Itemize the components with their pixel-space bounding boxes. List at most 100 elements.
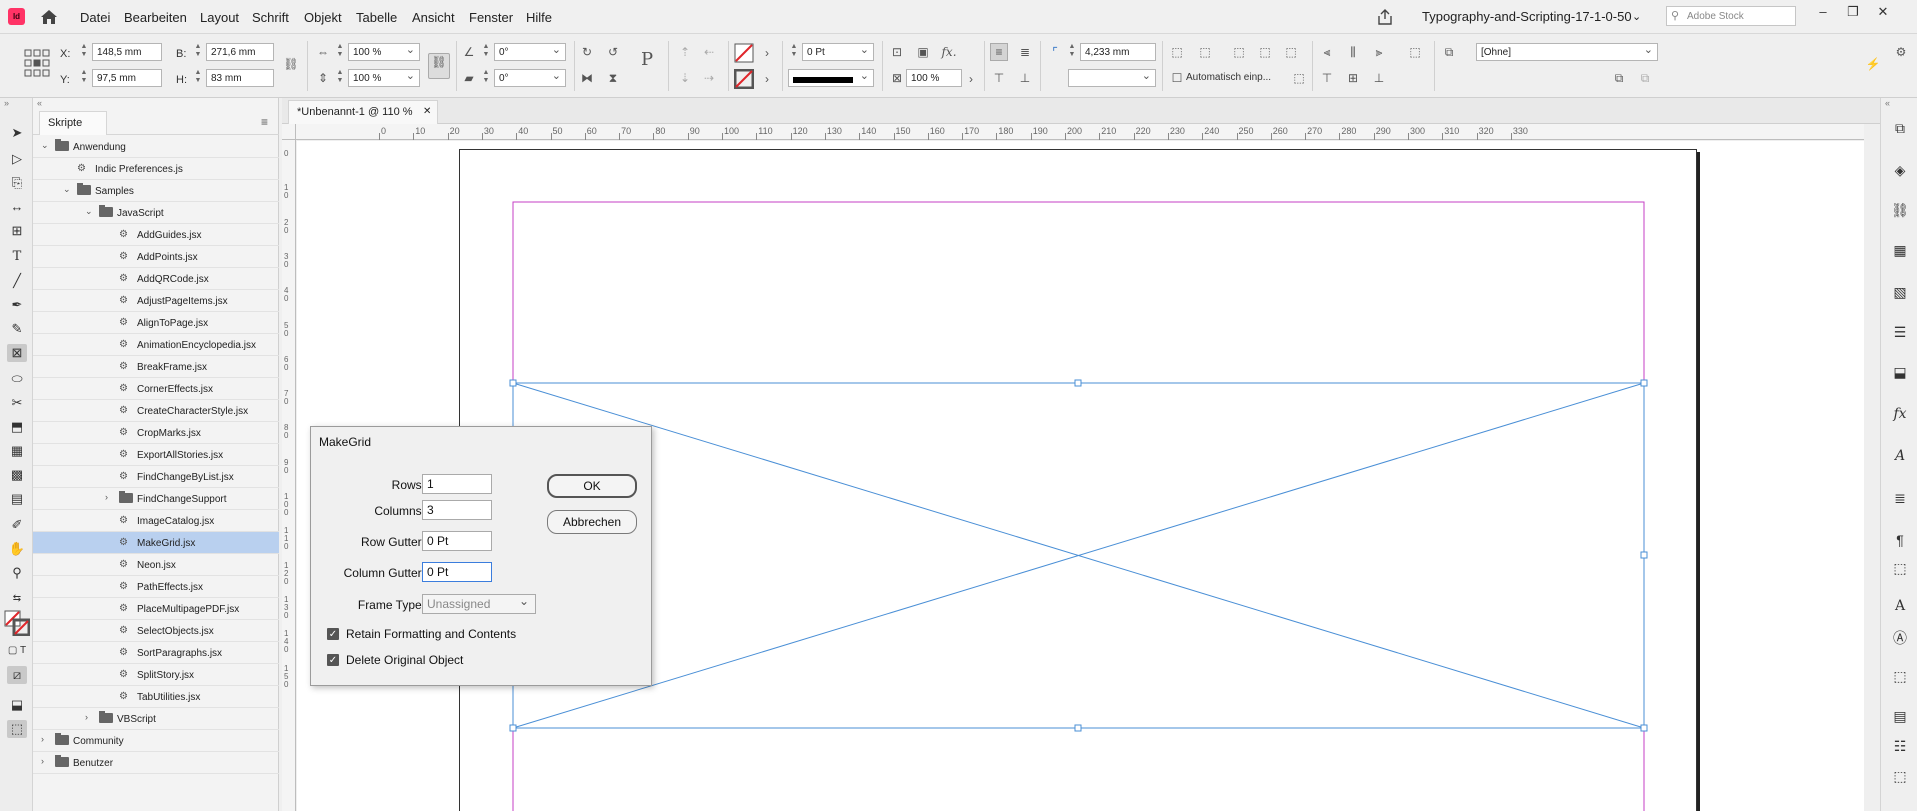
align-panel-icon[interactable]: ☷ — [1890, 738, 1910, 756]
eyedropper-tool-icon[interactable]: ✐ — [7, 516, 27, 534]
vertical-ruler[interactable]: 0 1 0 2 0 3 0 4 0 5 0 6 0 7 0 8 0 9 0 1 0 0 1 1 0 1 … — [282, 140, 296, 811]
width-field[interactable]: 271,6 mm — [206, 43, 274, 61]
menu-layout[interactable]: Layout — [200, 10, 239, 25]
pencil-tool-icon[interactable]: ✎ — [7, 320, 27, 338]
gradient-feather-tool-icon[interactable]: ▩ — [7, 466, 27, 484]
adobe-stock-search[interactable]: ⚲ Adobe Stock — [1666, 6, 1796, 26]
align-text-center-icon[interactable]: ≣ — [1016, 43, 1034, 61]
align-right-edges-icon[interactable]: ⫸ — [1370, 43, 1388, 61]
tree-script[interactable]: ⚙ AddPoints.jsx — [33, 246, 279, 268]
opacity-field[interactable]: 100 % — [906, 69, 962, 87]
menu-datei[interactable]: Datei — [80, 10, 110, 25]
chevron-down-icon[interactable]: ⌄ — [63, 184, 73, 195]
menu-bearbeiten[interactable]: Bearbeiten — [124, 10, 187, 25]
tree-script[interactable]: ⚙ BreakFrame.jsx — [33, 356, 279, 378]
content-collector-icon[interactable]: ⊞ — [7, 222, 27, 240]
links-panel-icon[interactable]: ⛓ — [1890, 202, 1910, 220]
gradient-swatch-tool-icon[interactable]: ▦ — [7, 442, 27, 460]
glyphs-panel-icon[interactable]: Ⓐ — [1890, 628, 1910, 646]
chevron-right-icon[interactable]: › — [41, 756, 51, 766]
formatting-container-icon[interactable]: ▢ T — [7, 642, 27, 660]
tree-script[interactable]: ⚙ Indic Preferences.js — [33, 158, 279, 180]
rotate-stepper[interactable]: ▲ ▼ — [480, 43, 492, 61]
free-transform-tool-icon[interactable]: ⬒ — [7, 418, 27, 436]
chevron-down-icon[interactable]: ⌄ — [1632, 10, 1641, 23]
scissors-tool-icon[interactable]: ✂ — [7, 394, 27, 412]
page-tool-icon[interactable]: ⎘ — [7, 174, 27, 192]
ok-button[interactable]: OK — [547, 474, 637, 498]
align-text-left-icon[interactable]: ≡ — [990, 43, 1008, 61]
tree-folder[interactable]: › FindChangeSupport — [33, 488, 279, 510]
quick-actions-icon[interactable]: ⚡ — [1864, 55, 1882, 73]
scale-y-field[interactable]: 100 % — [348, 69, 420, 87]
opacity-menu-icon[interactable]: › — [962, 70, 980, 88]
pen-tool-icon[interactable]: ✒ — [7, 296, 27, 314]
shear-stepper[interactable]: ▲ ▼ — [480, 69, 492, 87]
fill-stroke-swatch-icon[interactable] — [4, 610, 30, 636]
panel-menu-icon[interactable]: ≡ — [261, 115, 268, 129]
tree-folder[interactable]: ⌄ Samples — [33, 180, 279, 202]
tree-script[interactable]: ⚙ PathEffects.jsx — [33, 576, 279, 598]
gap-tool-icon[interactable]: ↔ — [7, 198, 27, 216]
auto-fit-checkbox[interactable]: ☐ — [1168, 69, 1186, 87]
scale-x-stepper[interactable]: ▲ ▼ — [334, 43, 346, 61]
type-tool-icon[interactable]: T — [7, 248, 27, 266]
transform-panel-icon[interactable]: ⬚ — [1890, 668, 1910, 686]
menu-fenster[interactable]: Fenster — [469, 10, 513, 25]
tree-script[interactable]: ⚙ AddGuides.jsx — [33, 224, 279, 246]
shear-field[interactable]: 0° — [494, 69, 566, 87]
align-vertical-centers-icon[interactable]: ⊞ — [1344, 69, 1362, 87]
select-content-icon[interactable]: ⇣ — [676, 69, 694, 87]
tree-script[interactable]: ⚙ Neon.jsx — [33, 554, 279, 576]
swap-fill-stroke-icon[interactable]: ⇆ — [7, 590, 27, 608]
tree-script[interactable]: ⚙ SelectObjects.jsx — [33, 620, 279, 642]
minimize-button[interactable]: – — [1810, 4, 1836, 22]
stroke-none-icon[interactable] — [734, 69, 754, 89]
corner-stepper[interactable]: ▲ ▼ — [1066, 43, 1078, 61]
pathfinder-panel-icon[interactable]: ⬚ — [1890, 768, 1910, 786]
tree-folder[interactable]: › Benutzer — [33, 752, 279, 774]
tree-script[interactable]: ⚙ PlaceMultipagePDF.jsx — [33, 598, 279, 620]
close-window-button[interactable]: ✕ — [1870, 4, 1896, 22]
y-stepper[interactable]: ▲ ▼ — [78, 69, 90, 87]
select-container-icon[interactable]: ⇡ — [676, 43, 694, 61]
tree-script[interactable]: ⚙ AlignToPage.jsx — [33, 312, 279, 334]
stroke-type-dropdown[interactable] — [788, 69, 874, 87]
tree-script[interactable]: ⚙ CropMarks.jsx — [33, 422, 279, 444]
tree-script[interactable]: ⚙ SplitStory.jsx — [33, 664, 279, 686]
restore-button[interactable]: ❐ — [1840, 4, 1866, 22]
fit-proportionally-icon[interactable]: ⬚ — [1282, 43, 1300, 61]
effects-panel-icon[interactable]: fx — [1890, 406, 1910, 424]
align-top-edges-icon[interactable]: ⊤ — [1318, 69, 1336, 87]
stroke-panel-icon[interactable]: ☰ — [1890, 324, 1910, 342]
rectangle-frame-tool-icon[interactable]: ⊠ — [7, 344, 27, 362]
drop-shadow-icon[interactable]: ▣ — [914, 43, 932, 61]
align-bottom-edges-icon[interactable]: ⊥ — [1370, 69, 1388, 87]
collapse-tools-icon[interactable]: » — [4, 98, 9, 108]
tab-document[interactable]: *Unbenannt-1 @ 110 % ✕ — [288, 100, 438, 124]
swatches-panel-icon[interactable]: ▦ — [1890, 242, 1910, 260]
chevron-right-icon[interactable]: › — [105, 492, 115, 502]
frame-type-select[interactable]: Unassigned — [422, 594, 536, 614]
x-stepper[interactable]: ▲ ▼ — [78, 43, 90, 61]
control-panel-settings-icon[interactable]: ⚙ — [1892, 43, 1910, 61]
menu-ansicht[interactable]: Ansicht — [412, 10, 455, 25]
horizontal-ruler[interactable]: 0 10 20 30 40 50 60 70 80 90 100 110 120 130 140 150 160… — [296, 124, 1864, 140]
ellipse-tool-icon[interactable]: ⬭ — [7, 370, 27, 388]
scale-y-stepper[interactable]: ▲ ▼ — [334, 69, 346, 87]
chevron-right-icon[interactable]: › — [41, 734, 51, 744]
share-icon[interactable] — [1376, 8, 1394, 26]
column-gutter-field[interactable]: 0 Pt — [422, 562, 492, 582]
select-next-icon[interactable]: ⇢ — [700, 69, 718, 87]
menu-schrift[interactable]: Schrift — [252, 10, 289, 25]
height-field[interactable]: 83 mm — [206, 69, 274, 87]
corner-options-icon[interactable]: ⌜ — [1046, 43, 1064, 61]
fit-frame-icon[interactable]: ⬚ — [1196, 43, 1214, 61]
align-to-selection-icon[interactable]: ⬚ — [1406, 43, 1424, 61]
cc-libraries-icon[interactable]: ⬓ — [1890, 364, 1910, 382]
scale-x-field[interactable]: 100 % — [348, 43, 420, 61]
clear-overrides-icon[interactable]: ⧉ — [1610, 69, 1628, 87]
tree-folder[interactable]: ⌄ JavaScript — [33, 202, 279, 224]
layers-panel-icon[interactable]: ◈ — [1890, 162, 1910, 180]
rotate-cw-icon[interactable]: ↻ — [578, 43, 596, 61]
